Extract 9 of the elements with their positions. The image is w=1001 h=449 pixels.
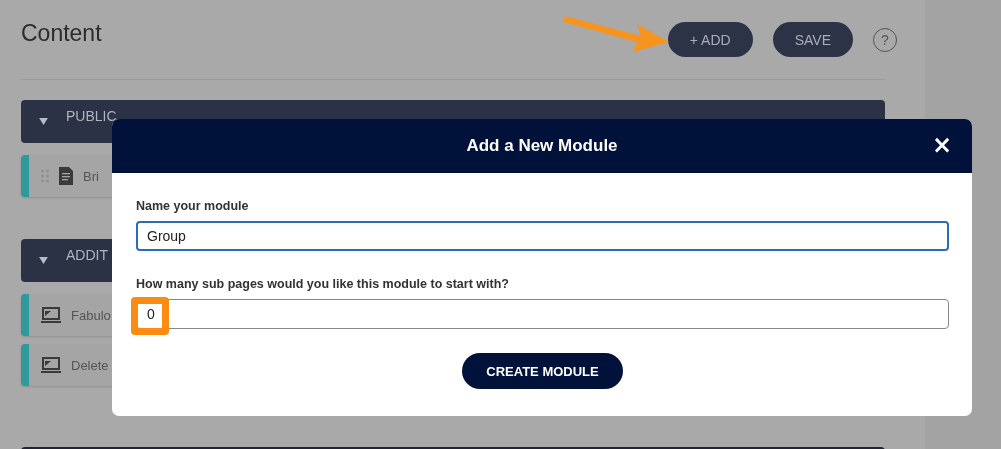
- field-label: How many sub pages would you like this module to start with?: [136, 277, 510, 291]
- item-label: Delete: [71, 357, 109, 373]
- item-label: Fabulo: [71, 307, 111, 323]
- page-title: Content: [21, 20, 102, 47]
- section-title: PUBLIC: [66, 107, 117, 124]
- field-label: Name your module: [136, 199, 250, 213]
- item-label: Bri: [83, 168, 99, 184]
- section-title: ADDIT: [66, 246, 108, 263]
- modal-title: Add a New Module: [466, 136, 618, 156]
